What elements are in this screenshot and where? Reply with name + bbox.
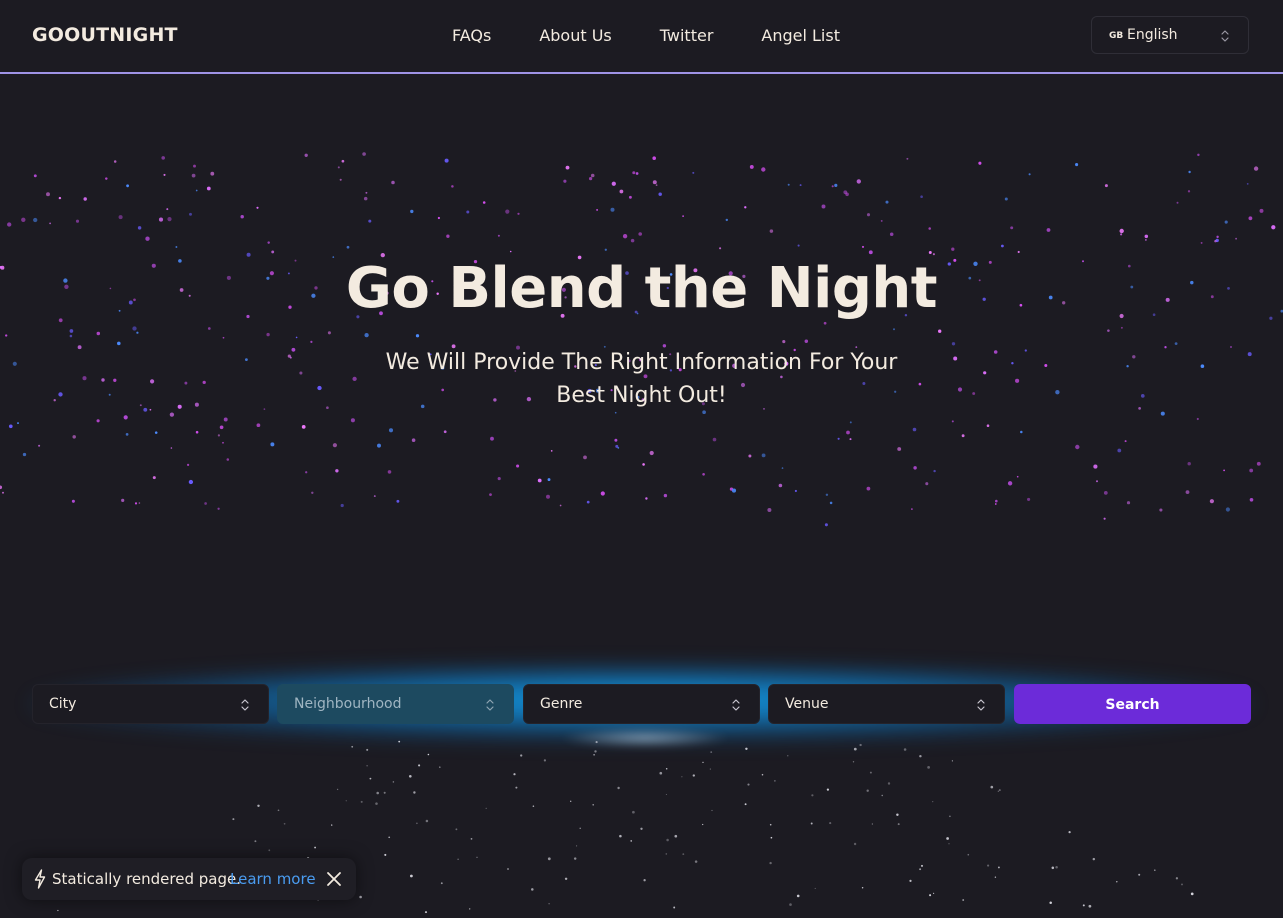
genre-select[interactable]: Genre — [523, 684, 760, 724]
venue-select-label: Venue — [785, 696, 829, 712]
chevron-up-down-icon — [732, 699, 740, 711]
venue-select[interactable]: Venue — [768, 684, 1005, 724]
toast-message: Statically rendered page. — [52, 870, 241, 888]
close-icon[interactable] — [326, 871, 342, 887]
hero-title: Go Blend the Night — [345, 256, 938, 321]
chevron-up-down-icon — [1221, 30, 1229, 42]
language-label: English — [1127, 27, 1178, 43]
static-render-toast: Statically rendered page. Learn more — [22, 858, 356, 900]
lightning-bolt-icon — [34, 869, 46, 889]
chevron-up-down-icon — [241, 699, 249, 711]
nav-link-angel-list[interactable]: Angel List — [761, 26, 840, 45]
chevron-up-down-icon — [486, 699, 494, 711]
main-nav: FAQs About Us Twitter Angel List — [452, 26, 840, 45]
city-select[interactable]: City — [32, 684, 269, 724]
nav-link-about-us[interactable]: About Us — [539, 26, 611, 45]
hero-subtitle: We Will Provide The Right Information Fo… — [385, 350, 898, 408]
city-select-label: City — [49, 696, 77, 712]
flag-gb-icon: GB — [1109, 31, 1124, 41]
header: GOOUTNIGHT FAQs About Us Twitter Angel L… — [0, 0, 1283, 74]
page: GOOUTNIGHT FAQs About Us Twitter Angel L… — [0, 0, 1283, 918]
search-button[interactable]: Search — [1014, 684, 1251, 724]
language-select[interactable]: GB English — [1091, 16, 1249, 54]
nav-link-twitter[interactable]: Twitter — [660, 26, 714, 45]
chevron-up-down-icon — [977, 699, 985, 711]
neighbourhood-select-label: Neighbourhood — [294, 696, 402, 712]
genre-select-label: Genre — [540, 696, 583, 712]
logo[interactable]: GOOUTNIGHT — [32, 24, 178, 46]
nav-link-faqs[interactable]: FAQs — [452, 26, 491, 45]
neighbourhood-select[interactable]: Neighbourhood — [277, 684, 514, 724]
learn-more-link[interactable]: Learn more — [230, 870, 316, 888]
